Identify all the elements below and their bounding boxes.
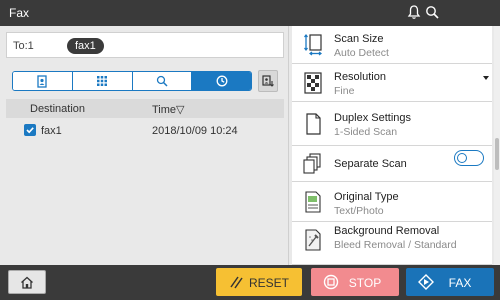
reset-label: RESET [248, 276, 289, 290]
start-fax-button[interactable]: FAX [406, 268, 494, 296]
setting-title: Background Removal [334, 225, 440, 237]
recipient-box[interactable]: To:1 fax1 [6, 32, 284, 58]
setting-value: Auto Detect [334, 47, 389, 59]
check-icon [26, 127, 34, 134]
setting-original-type[interactable]: Original Type Text/Photo [292, 182, 492, 222]
tab-history[interactable] [192, 72, 251, 90]
list-item[interactable]: fax1 2018/10/09 10:24 [6, 120, 284, 142]
setting-value: Fine [334, 85, 355, 97]
home-icon [21, 276, 33, 289]
history-icon [216, 75, 228, 87]
row-time: 2018/10/09 10:24 [152, 125, 238, 137]
search-icon[interactable] [425, 5, 439, 19]
scan-size-icon [304, 34, 322, 56]
start-label: FAX [448, 276, 472, 290]
title-bar: Fax [0, 0, 500, 26]
home-button[interactable] [8, 270, 46, 294]
reset-button[interactable]: RESET [216, 268, 302, 296]
destination-tabs [12, 71, 252, 91]
address-book-icon [37, 74, 48, 88]
setting-value: Bleed Removal / Standard [334, 239, 457, 251]
column-destination[interactable]: Destination [30, 103, 85, 115]
duplex-icon [306, 113, 321, 135]
setting-duplex[interactable]: Duplex Settings 1-Sided Scan [292, 102, 492, 146]
page-title: Fax [9, 6, 30, 20]
setting-resolution[interactable]: Resolution Fine [292, 64, 492, 102]
keypad-icon [97, 76, 108, 86]
recipient-count: To:1 [13, 40, 34, 52]
tab-address-book[interactable] [13, 72, 73, 90]
destination-detail-button[interactable] [258, 70, 278, 92]
separate-scan-toggle[interactable] [454, 150, 484, 166]
panel-divider [288, 26, 289, 265]
stop-button[interactable]: STOP [311, 268, 399, 296]
original-type-icon [305, 191, 321, 213]
row-checkbox[interactable] [24, 124, 36, 136]
chevron-down-icon[interactable] [483, 76, 489, 80]
setting-title: Separate Scan [334, 158, 407, 170]
setting-title: Scan Size [334, 33, 384, 45]
setting-background-removal[interactable]: Background Removal Bleed Removal / Stand… [292, 222, 492, 265]
toggle-knob [457, 153, 467, 163]
recipient-chip[interactable]: fax1 [67, 38, 104, 54]
tab-keypad[interactable] [72, 72, 133, 90]
setting-title: Resolution [334, 71, 386, 83]
column-time[interactable]: Time▽ [152, 103, 185, 116]
setting-value: Text/Photo [334, 205, 384, 217]
list-header: Destination Time▽ [6, 99, 284, 118]
resolution-icon [304, 72, 322, 94]
search-icon [156, 75, 168, 87]
tab-search[interactable] [132, 72, 193, 90]
detail-icon [262, 75, 274, 87]
row-destination: fax1 [41, 125, 62, 137]
stop-label: STOP [348, 276, 382, 290]
setting-title: Original Type [334, 191, 399, 203]
scrollbar-thumb[interactable] [495, 138, 499, 170]
background-removal-icon [305, 229, 321, 251]
settings-panel: Scan Size Auto Detect Resolution Fine Du… [292, 26, 492, 265]
bell-icon[interactable] [407, 4, 421, 20]
setting-value: 1-Sided Scan [334, 126, 398, 138]
setting-title: Duplex Settings [334, 112, 412, 124]
setting-scan-size[interactable]: Scan Size Auto Detect [292, 26, 492, 64]
separate-scan-icon [303, 153, 321, 174]
settings-scrollbar[interactable] [494, 26, 500, 265]
